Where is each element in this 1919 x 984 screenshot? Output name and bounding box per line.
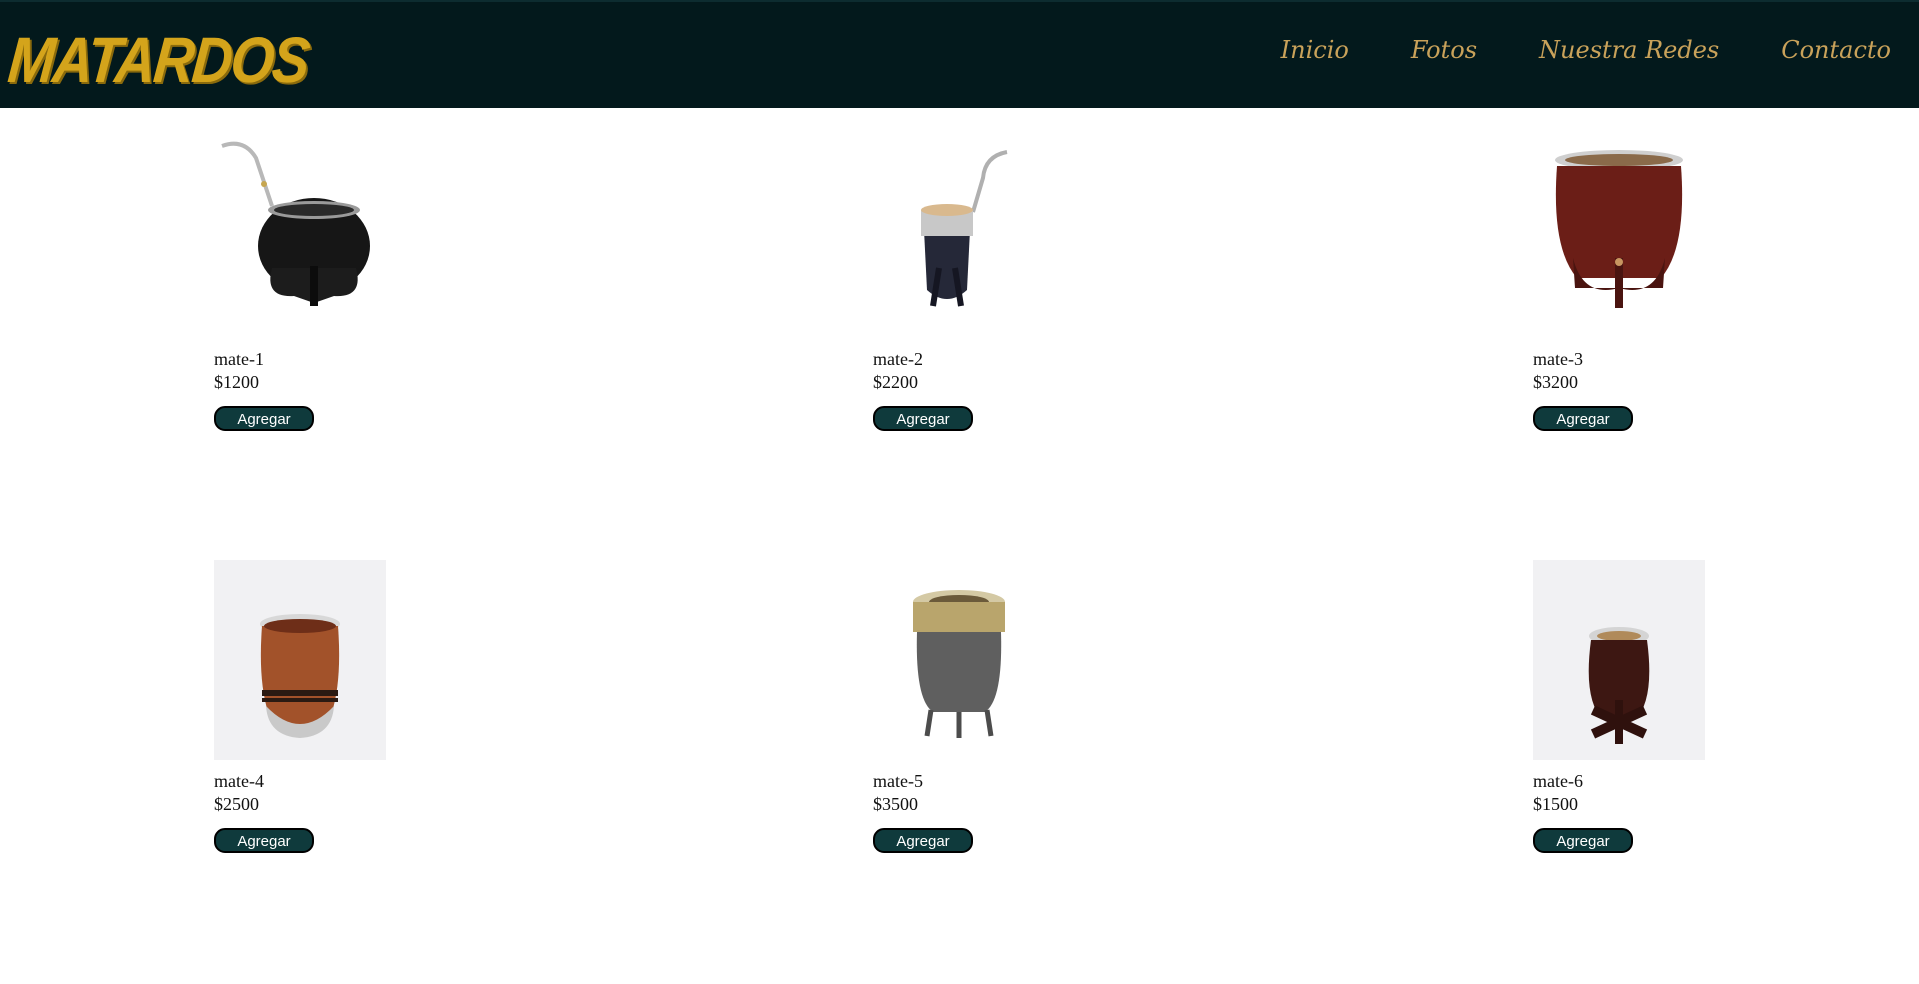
main-nav: Inicio Fotos Nuestra Redes Contacto: [1219, 36, 1891, 64]
product-image: [873, 138, 1045, 338]
product-image: [214, 138, 386, 338]
product-name: mate-1: [214, 349, 264, 369]
nav-link-contacto[interactable]: Contacto: [1781, 36, 1891, 64]
add-to-cart-button[interactable]: Agregar: [214, 406, 314, 431]
product-image: [873, 560, 1045, 760]
add-to-cart-button[interactable]: Agregar: [873, 828, 973, 853]
product-price: $2500: [214, 794, 259, 814]
navbar: MATARDOS Inicio Fotos Nuestra Redes Cont…: [0, 0, 1919, 108]
site-logo[interactable]: MATARDOS: [5, 22, 311, 97]
nav-link-redes[interactable]: Nuestra Redes: [1539, 36, 1719, 64]
product-card: mate-6 $1500 Agregar: [1533, 560, 1733, 853]
add-to-cart-button[interactable]: Agregar: [1533, 406, 1633, 431]
product-image: [214, 560, 386, 760]
product-price: $3500: [873, 794, 918, 814]
product-card: mate-2 $2200 Agregar: [873, 138, 1073, 431]
nav-link-fotos[interactable]: Fotos: [1411, 36, 1477, 64]
product-name: mate-2: [873, 349, 923, 369]
product-card: mate-4 $2500 Agregar: [214, 560, 414, 853]
product-card: mate-3 $3200 Agregar: [1533, 138, 1733, 431]
product-name: mate-3: [1533, 349, 1583, 369]
nav-link-inicio[interactable]: Inicio: [1281, 36, 1349, 64]
product-name: mate-5: [873, 771, 923, 791]
product-image: [1533, 560, 1705, 760]
product-image: [1533, 138, 1705, 338]
product-price: $2200: [873, 372, 918, 392]
product-card: mate-5 $3500 Agregar: [873, 560, 1073, 853]
product-name: mate-4: [214, 771, 264, 791]
product-price: $1200: [214, 372, 259, 392]
add-to-cart-button[interactable]: Agregar: [1533, 828, 1633, 853]
product-card: mate-1 $1200 Agregar: [214, 138, 414, 431]
product-price: $1500: [1533, 794, 1578, 814]
add-to-cart-button[interactable]: Agregar: [873, 406, 973, 431]
product-name: mate-6: [1533, 771, 1583, 791]
add-to-cart-button[interactable]: Agregar: [214, 828, 314, 853]
product-price: $3200: [1533, 372, 1578, 392]
